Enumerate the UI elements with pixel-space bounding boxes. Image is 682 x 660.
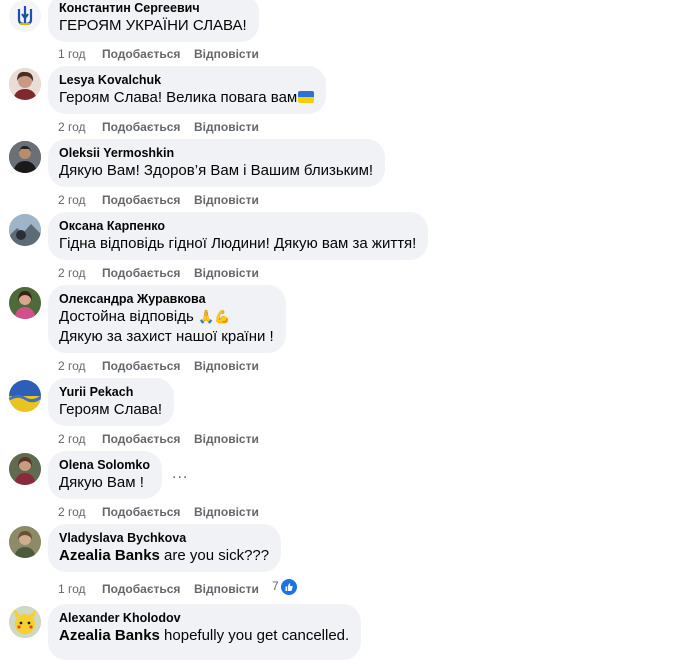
- comment-text: Достойна відповідь 🙏💪: [59, 307, 274, 327]
- comment-bubble: Oleksii Yermoshkin Дякую Вам! Здоров’я В…: [48, 139, 386, 187]
- ukraine-flag-avatar-icon: [9, 380, 41, 412]
- like-button[interactable]: Подобається: [102, 192, 194, 208]
- reply-button[interactable]: Відповісти: [194, 431, 259, 447]
- mention-link[interactable]: Azealia Banks: [59, 627, 160, 644]
- comment-text: Героям Слава! Велика повага вам: [59, 88, 315, 108]
- comment-text: Azealia Banks hopefully you get cancelle…: [59, 626, 349, 646]
- person-photo-icon: [9, 526, 41, 558]
- comment-text: Героям Слава!: [59, 401, 162, 418]
- avatar[interactable]: [9, 141, 41, 173]
- person-photo-icon: [9, 453, 41, 485]
- like-button[interactable]: Подобається: [102, 358, 194, 374]
- like-button[interactable]: Подобається: [102, 431, 194, 447]
- comment-author[interactable]: Vladyslava Bychkova: [59, 530, 269, 546]
- like-button[interactable]: Подобається: [102, 504, 194, 520]
- avatar[interactable]: [9, 68, 41, 100]
- comment-actions: 1 год Подобається Відповісти: [58, 46, 259, 62]
- comment-bubble: Олександра Журавкова Достойна відповідь …: [48, 285, 286, 353]
- comment-author[interactable]: Oleksii Yermoshkin: [59, 145, 373, 161]
- comment-time[interactable]: 2 год: [58, 265, 102, 281]
- comment-bubble: Оксана Карпенко Гідна відповідь гідної Л…: [48, 212, 429, 260]
- comment-bubble: Константин Сергеевич ГЕРОЯМ УКРАЇНИ СЛАВ…: [48, 0, 259, 42]
- reply-button[interactable]: Відповісти: [194, 504, 259, 520]
- like-button[interactable]: Подобається: [102, 265, 194, 281]
- comment-text: Дякую Вам! Здоров’я Вам і Вашим близьким…: [59, 162, 374, 179]
- comment-bubble: Vladyslava Bychkova Azealia Banks are yo…: [48, 524, 282, 572]
- reply-button[interactable]: Відповісти: [194, 358, 259, 374]
- avatar[interactable]: [9, 606, 41, 638]
- comment-author[interactable]: Lesya Kovalchuk: [59, 72, 314, 88]
- landscape-photo-icon: [9, 214, 41, 246]
- comment-actions: 2 год Подобається Відповісти: [58, 119, 259, 135]
- comment-text-content: are you sick???: [159, 547, 270, 564]
- comment-text-line-2: Дякую за захист нашої країни !: [59, 328, 274, 345]
- reply-button[interactable]: Відповісти: [194, 46, 259, 62]
- comment-author[interactable]: Alexander Kholodov: [59, 610, 349, 626]
- comment-author[interactable]: Olena Solomko: [59, 457, 150, 473]
- comment-text-content: Достойна відповідь: [59, 308, 194, 325]
- like-button[interactable]: Подобається: [102, 119, 194, 135]
- comment-actions: 2 год Подобається Відповісти: [58, 504, 259, 520]
- comment-text: Azealia Banks are you sick???: [59, 546, 269, 566]
- like-button[interactable]: Подобається: [102, 581, 194, 597]
- pikachu-avatar-icon: [9, 606, 41, 638]
- reaction-summary[interactable]: 7: [272, 579, 297, 595]
- reply-button[interactable]: Відповісти: [194, 192, 259, 208]
- comment-bubble: Alexander Kholodov Azealia Banks hopeful…: [48, 604, 362, 660]
- avatar[interactable]: [9, 380, 41, 412]
- comment-actions: 2 год Подобається Відповісти: [58, 265, 259, 281]
- person-photo-icon: [9, 68, 41, 100]
- comment-time[interactable]: 1 год: [58, 581, 102, 597]
- comment-author[interactable]: Yurii Pekach: [59, 384, 162, 400]
- trident-icon: [9, 0, 41, 32]
- reply-button[interactable]: Відповісти: [194, 581, 259, 597]
- reply-button[interactable]: Відповісти: [194, 119, 259, 135]
- avatar[interactable]: [9, 287, 41, 319]
- praying-hands-icon: 🙏: [197, 309, 215, 324]
- comment-time[interactable]: 2 год: [58, 504, 102, 520]
- comment-text-content: Героям Слава! Велика повага вам: [59, 89, 298, 106]
- comment-bubble: Lesya Kovalchuk Героям Слава! Велика пов…: [48, 66, 327, 114]
- comment-author[interactable]: Олександра Журавкова: [59, 291, 274, 307]
- more-options-icon[interactable]: ...: [172, 465, 188, 483]
- comment-bubble: Yurii Pekach Героям Слава!: [48, 378, 174, 426]
- ukraine-flag-icon: [298, 91, 315, 103]
- reaction-count: 7: [272, 579, 279, 594]
- comment-time[interactable]: 2 год: [58, 431, 102, 447]
- comment-bubble: Olena Solomko Дякую Вам !: [48, 451, 162, 499]
- comment-time[interactable]: 2 год: [58, 358, 102, 374]
- flexed-biceps-icon: 💪: [214, 309, 231, 324]
- comment-author[interactable]: Оксана Карпенко: [59, 218, 416, 234]
- comment-time[interactable]: 2 год: [58, 119, 102, 135]
- comment-text: ГЕРОЯМ УКРАЇНИ СЛАВА!: [59, 17, 247, 34]
- avatar[interactable]: [9, 453, 41, 485]
- comment-time[interactable]: 1 год: [58, 46, 102, 62]
- comment-actions: 1 год Подобається Відповісти: [58, 581, 259, 597]
- avatar[interactable]: [9, 214, 41, 246]
- person-photo-icon: [9, 141, 41, 173]
- comment-actions: 2 год Подобається Відповісти: [58, 358, 259, 374]
- comment-author[interactable]: Константин Сергеевич: [59, 0, 247, 16]
- comment-actions: 2 год Подобається Відповісти: [58, 431, 259, 447]
- reply-button[interactable]: Відповісти: [194, 265, 259, 281]
- avatar[interactable]: [9, 526, 41, 558]
- person-photo-icon: [9, 287, 41, 319]
- comment-time[interactable]: 2 год: [58, 192, 102, 208]
- avatar[interactable]: [9, 0, 41, 32]
- comment-actions: 2 год Подобається Відповісти: [58, 192, 259, 208]
- like-button[interactable]: Подобається: [102, 46, 194, 62]
- like-reaction-icon: [280, 579, 297, 595]
- comment-text: Гідна відповідь гідної Людини! Дякую вам…: [59, 235, 417, 252]
- comment-text-content: hopefully you get cancelled.: [159, 627, 350, 644]
- mention-link[interactable]: Azealia Banks: [59, 547, 160, 564]
- comment-text: Дякую Вам !: [59, 474, 144, 491]
